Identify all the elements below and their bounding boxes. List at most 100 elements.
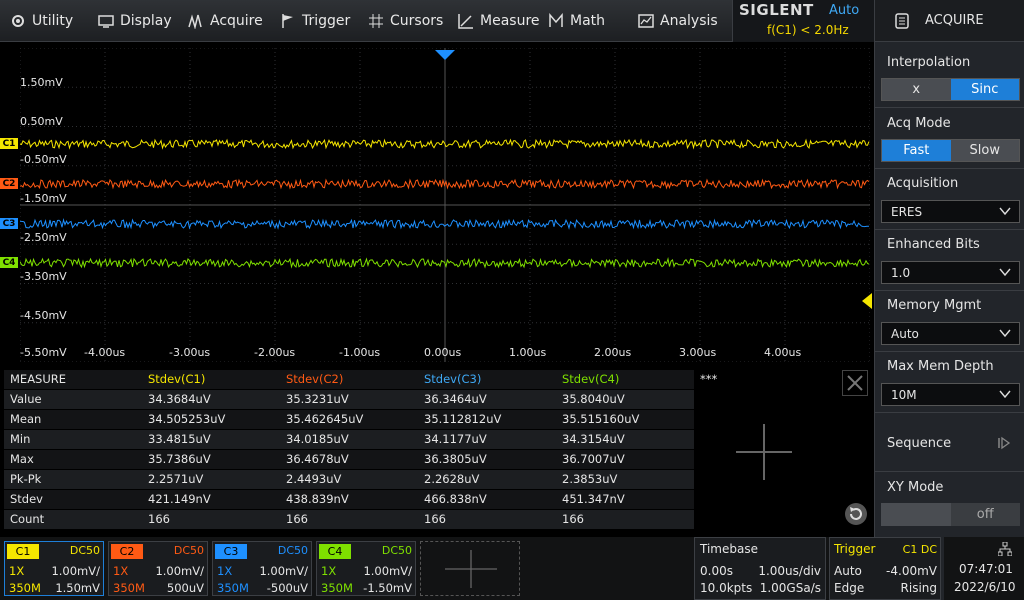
chevron-down-icon	[999, 329, 1011, 338]
menu-analysis[interactable]: Analysis	[638, 0, 718, 42]
acq-mode-toggle: Fast Slow	[881, 139, 1020, 162]
measure-cell: 421.149nV	[148, 492, 211, 506]
channel-box-c1[interactable]: C1 DC50 1X 1.00mV/350M 1.50mV	[4, 541, 104, 596]
measure-cell: 451.347nV	[562, 492, 625, 506]
measure-row-label: Count	[10, 512, 45, 526]
timebase-scale: 1.00us/div	[758, 564, 821, 578]
max-mem-depth-label: Max Mem Depth	[887, 359, 994, 374]
measure-row-pk-pk: Pk-Pk 2.2571uV 2.4493uV 2.2628uV 2.3853uV	[4, 470, 694, 489]
channel-tag: C2	[111, 544, 143, 559]
close-measure-button[interactable]	[842, 370, 868, 396]
trigger-position-marker[interactable]	[434, 49, 456, 61]
channel-bandwidth: 350M	[113, 581, 145, 595]
column-stdev-c4[interactable]: Stdev(C4)	[562, 370, 619, 389]
acq-mode-slow[interactable]: Slow	[950, 140, 1019, 161]
trigger-label: Trigger	[834, 542, 876, 556]
acquisition-select[interactable]: ERES	[881, 200, 1020, 223]
interpolation-label: Interpolation	[887, 55, 971, 70]
channel-bandwidth: 350M	[321, 581, 353, 595]
channel-coupling: DC50	[277, 544, 308, 557]
measure-cell: 36.3464uV	[424, 392, 487, 406]
time-label: -3.00us	[169, 346, 211, 359]
refresh-icon[interactable]	[844, 502, 868, 526]
sequence-button[interactable]: Sequence	[875, 413, 1024, 471]
channel-box-c3[interactable]: C3 DC50 1X 1.00mV/350M -500uV	[212, 541, 312, 596]
measure-row-max: Max 35.7386uV 36.4678uV 36.3805uV 36.7007uV	[4, 450, 694, 469]
channel-tag: C1	[7, 544, 39, 559]
max-mem-depth-value: 10M	[891, 387, 917, 402]
measure-table: MEASURE Stdev(C1) Stdev(C2) Stdev(C3) St…	[4, 370, 870, 532]
waveform-grid[interactable]	[20, 48, 870, 362]
add-measure-crosshair-icon[interactable]	[732, 420, 796, 484]
document-icon	[895, 12, 909, 29]
siglent-logo: SIGLENT	[739, 1, 814, 19]
column-stdev-c1[interactable]: Stdev(C1)	[148, 370, 205, 389]
voltage-label: 1.50mV	[20, 76, 63, 89]
menu-utility[interactable]: Utility	[10, 0, 73, 42]
chevron-down-icon	[999, 390, 1011, 399]
memory-mgmt-value: Auto	[891, 326, 919, 341]
voltage-label: 0.50mV	[20, 115, 63, 128]
close-icon	[847, 375, 863, 391]
channel-marker-c2[interactable]: C2	[0, 178, 18, 189]
column-stdev-c2[interactable]: Stdev(C2)	[286, 370, 343, 389]
measure-header-row: MEASURE Stdev(C1) Stdev(C2) Stdev(C3) St…	[4, 370, 717, 389]
channel-marker-c3[interactable]: C3	[0, 218, 18, 229]
add-channel-slot[interactable]	[420, 541, 520, 596]
channel-scale: 1.00mV/	[259, 564, 308, 578]
measure-cell: 35.462645uV	[286, 412, 364, 426]
measure-cell: 36.3805uV	[424, 452, 487, 466]
timebase-box[interactable]: Timebase 0.00s 1.00us/div 10.0kpts 1.00G…	[694, 537, 826, 600]
channel-probe: 1X	[113, 564, 129, 578]
trigger-status: Auto	[829, 3, 860, 18]
interpolation-sinc[interactable]: Sinc	[950, 79, 1019, 100]
time-label: -4.00us	[84, 346, 126, 359]
acquisition-value: ERES	[891, 204, 923, 219]
acquire-icon	[188, 14, 202, 29]
menu-math[interactable]: Math	[548, 0, 605, 42]
measure-cell: 166	[562, 512, 584, 526]
menu-acquire[interactable]: Acquire	[188, 0, 263, 42]
divider	[875, 351, 1024, 352]
channel-probe: 1X	[321, 564, 337, 578]
column-empty[interactable]: ***	[700, 370, 717, 389]
channel-box-c4[interactable]: C4 DC50 1X 1.00mV/350M -1.50mV	[316, 541, 416, 596]
memory-mgmt-select[interactable]: Auto	[881, 322, 1020, 345]
voltage-label: -3.50mV	[20, 270, 67, 283]
channel-probe: 1X	[217, 564, 233, 578]
menu-cursors[interactable]: Cursors	[368, 0, 443, 42]
trigger-type: Edge	[834, 581, 865, 595]
measure-row-value: Value 34.3684uV 35.3231uV 36.3464uV 35.8040u…	[4, 390, 694, 409]
channel-marker-c4[interactable]: C4	[0, 257, 18, 268]
measure-row-mean: Mean 34.505253uV 35.462645uV 35.112812uV 35.…	[4, 410, 694, 429]
time-label: 2.00us	[594, 346, 632, 359]
acq-mode-fast[interactable]: Fast	[882, 140, 951, 161]
interpolation-x[interactable]: x	[882, 79, 951, 100]
enhanced-bits-select[interactable]: 1.0	[881, 261, 1020, 284]
max-mem-depth-select[interactable]: 10M	[881, 383, 1020, 406]
menu-trigger[interactable]: Trigger	[280, 0, 350, 42]
divider	[875, 229, 1024, 230]
trigger-source: C1 DC	[902, 543, 937, 556]
voltage-label: -0.50mV	[20, 153, 67, 166]
trigger-level-marker[interactable]	[862, 293, 872, 309]
measure-cell: 34.0185uV	[286, 432, 349, 446]
clock-time: 07:47:01	[959, 562, 1013, 576]
measure-cell: 36.4678uV	[286, 452, 349, 466]
channel-box-c2[interactable]: C2 DC50 1X 1.00mV/350M 500uV	[108, 541, 208, 596]
trigger-box[interactable]: Trigger C1 DC Auto -4.00mV Edge Rising	[829, 537, 941, 600]
time-label: 1.00us	[509, 346, 547, 359]
menu-measure[interactable]: Measure	[458, 0, 540, 42]
channel-tag: C3	[215, 544, 247, 559]
time-label: -1.00us	[339, 346, 381, 359]
time-label: 3.00us	[679, 346, 717, 359]
menu-acquire-label: Acquire	[210, 13, 263, 29]
xy-mode-toggle[interactable]: off	[881, 503, 1020, 526]
measure-cell: 35.112812uV	[424, 412, 502, 426]
menu-cursors-label: Cursors	[390, 13, 444, 29]
menu-display[interactable]: Display	[98, 0, 172, 42]
trigger-mode: Auto	[834, 564, 862, 578]
column-stdev-c3[interactable]: Stdev(C3)	[424, 370, 481, 389]
channel-marker-c1[interactable]: C1	[0, 138, 18, 149]
voltage-label: -2.50mV	[20, 231, 67, 244]
